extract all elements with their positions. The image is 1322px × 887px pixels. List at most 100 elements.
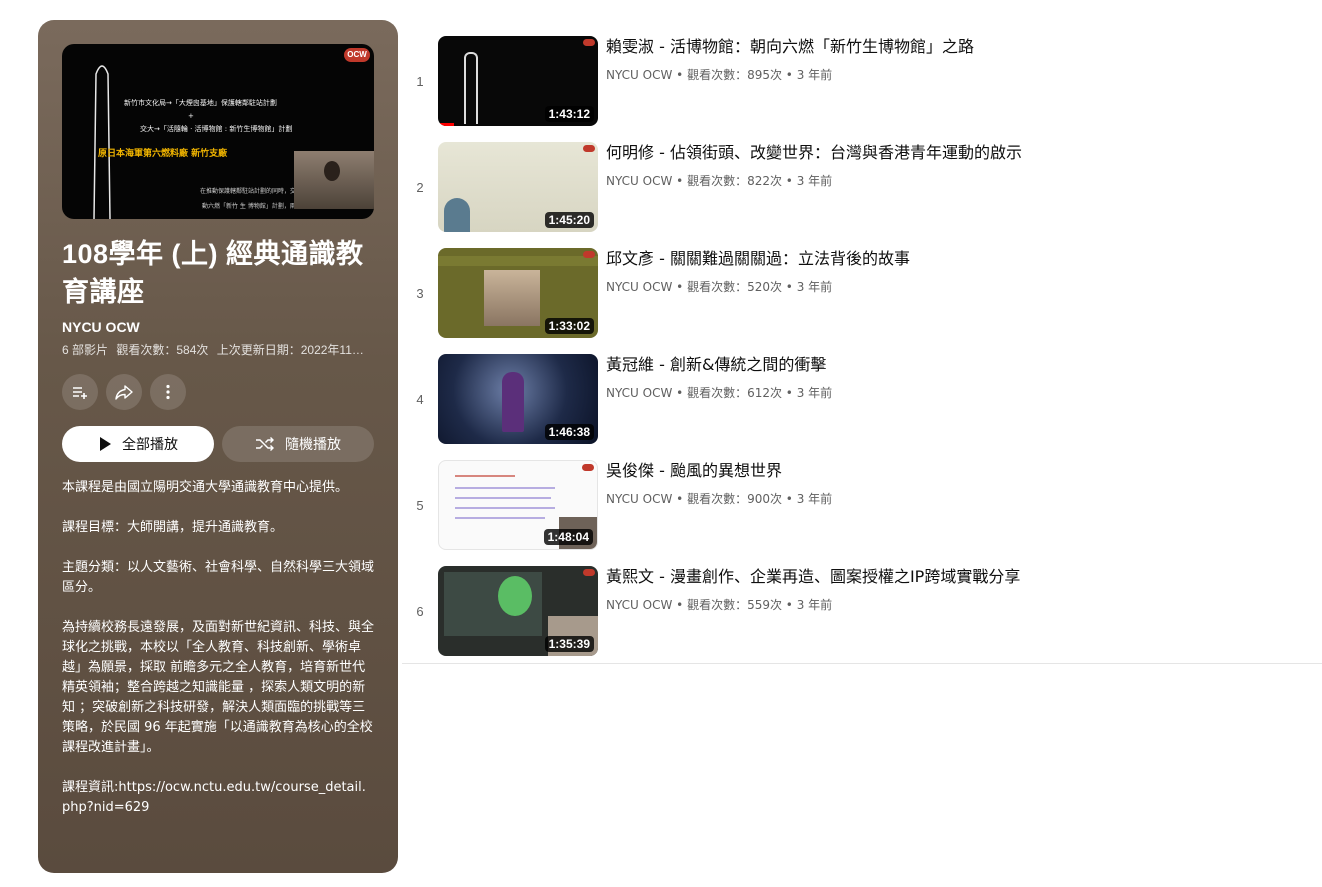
video-age: 3 年前 — [796, 280, 833, 294]
video-views: 觀看次數：559次 — [687, 598, 782, 612]
add-to-queue-button[interactable] — [62, 374, 98, 410]
video-channel[interactable]: NYCU OCW — [606, 174, 672, 188]
cover-text-line: 原日本海軍第六燃料廠 新竹支廠 — [98, 149, 228, 159]
playlist-video-row[interactable]: 5 1:48:04 吳俊傑 - 颱風的異想世界 NYCU OCW • 觀看次數：… — [402, 460, 1322, 566]
video-index: 3 — [416, 286, 424, 301]
playlist-video-row[interactable]: 4 1:46:38 黃冠維 - 創新&傳統之間的衝擊 NYCU OCW • 觀看… — [402, 354, 1322, 460]
ocw-logo — [582, 464, 594, 471]
meta-separator: • — [785, 280, 793, 294]
video-views: 觀看次數：895次 — [687, 68, 782, 82]
video-duration: 1:46:38 — [544, 424, 594, 440]
video-duration: 1:33:02 — [544, 318, 594, 334]
description-paragraph: 為持續校務長遠發展，及面對新世紀資訊、科技、與全球化之挑戰，本校以「全人教育、科… — [62, 620, 375, 755]
play-icon — [100, 437, 111, 451]
video-count: 6 部影片 — [62, 343, 109, 357]
ocw-logo — [583, 39, 595, 46]
description-paragraph: 主題分類：以人文藝術、社會科學、自然科學三大領域區分。 — [62, 560, 375, 595]
slide-line — [455, 487, 555, 489]
description-link[interactable]: 課程資訊:https://ocw.nctu.edu.tw/course_deta… — [62, 778, 374, 818]
share-button[interactable] — [106, 374, 142, 410]
video-thumbnail[interactable]: 1:43:12 — [438, 36, 598, 126]
playlist-video-row[interactable]: 6 1:35:39 黃熙文 - 漫畫創作、企業再造、圖案授權之IP跨域實戰分享 … — [402, 566, 1322, 672]
cartoon-character-image — [498, 576, 532, 616]
video-meta: NYCU OCW • 觀看次數：520次 • 3 年前 — [606, 278, 1306, 295]
video-index: 1 — [416, 74, 424, 89]
video-duration: 1:43:12 — [544, 106, 594, 122]
more-options-button[interactable] — [150, 374, 186, 410]
playlist-description: 本課程是由國立陽明交通大學通識教育中心提供。 課程目標：大師開講，提升通識教育。… — [62, 478, 374, 818]
watch-progress-bar — [438, 123, 454, 126]
video-thumbnail[interactable]: 1:48:04 — [438, 460, 598, 550]
share-icon — [115, 385, 133, 400]
video-index: 4 — [416, 392, 424, 407]
meta-separator: • — [785, 174, 793, 188]
play-controls: 全部播放 隨機播放 — [62, 426, 374, 462]
playlist-stats: 6 部影片 觀看次數：584次 上次更新日期：2022年11月... — [62, 341, 374, 358]
video-channel[interactable]: NYCU OCW — [606, 492, 672, 506]
playlist-views: 觀看次數：584次 — [116, 343, 209, 357]
video-thumbnail[interactable]: 1:35:39 — [438, 566, 598, 656]
video-views: 觀看次數：612次 — [687, 386, 782, 400]
cover-text-line: 交大→「活隨輪 · 活博物館 : 新竹生博物館」計劃 — [140, 125, 293, 133]
video-age: 3 年前 — [796, 386, 833, 400]
slide-heading — [455, 475, 515, 477]
playlist-cover-thumbnail[interactable]: OCW 新竹市文化局→「大煙囪基地」保護轄鄰駐站計劃 + 交大→「活隨輪 · 活… — [62, 44, 374, 219]
video-age: 3 年前 — [796, 174, 833, 188]
more-icon — [166, 384, 170, 400]
shuffle-label: 隨機播放 — [285, 436, 341, 452]
video-title-link[interactable]: 黃冠維 - 創新&傳統之間的衝擊 — [606, 354, 1306, 376]
playlist-video-row[interactable]: 3 1:33:02 邱文彥 - 關關難過關關過：立法背後的故事 NYCU OCW… — [402, 248, 1322, 354]
description-paragraph: 本課程是由國立陽明交通大學通識教育中心提供。 — [62, 480, 349, 495]
video-views: 觀看次數：520次 — [687, 280, 782, 294]
video-title-link[interactable]: 吳俊傑 - 颱風的異想世界 — [606, 460, 1306, 482]
speaker-image — [484, 270, 540, 326]
slide-line — [455, 497, 551, 499]
ocw-logo — [583, 251, 595, 258]
ocw-logo — [583, 145, 595, 152]
meta-separator: • — [676, 280, 684, 294]
add-to-queue-icon — [73, 387, 87, 399]
last-updated: 上次更新日期：2022年11月... — [216, 343, 374, 357]
meta-separator: • — [676, 68, 684, 82]
list-divider — [402, 663, 1322, 664]
playlist-video-list: 1 1:43:12 賴雯淑 - 活博物館：朝向六燃「新竹生博物館」之路 NYCU… — [402, 36, 1322, 672]
cover-speaker-image — [294, 151, 374, 209]
meta-separator: • — [785, 386, 793, 400]
speaker-image — [444, 198, 470, 232]
video-meta: NYCU OCW • 觀看次數：559次 • 3 年前 — [606, 596, 1306, 613]
video-channel[interactable]: NYCU OCW — [606, 598, 672, 612]
video-channel[interactable]: NYCU OCW — [606, 386, 672, 400]
video-channel[interactable]: NYCU OCW — [606, 280, 672, 294]
video-index: 5 — [416, 498, 424, 513]
playlist-video-row[interactable]: 1 1:43:12 賴雯淑 - 活博物館：朝向六燃「新竹生博物館」之路 NYCU… — [402, 36, 1322, 142]
play-all-button[interactable]: 全部播放 — [62, 426, 214, 462]
ocw-logo — [583, 569, 595, 576]
video-channel[interactable]: NYCU OCW — [606, 68, 672, 82]
slide-line — [455, 517, 545, 519]
video-title-link[interactable]: 何明修 - 佔領街頭、改變世界：台灣與香港青年運動的啟示 — [606, 142, 1306, 164]
meta-separator: • — [676, 598, 684, 612]
playlist-video-row[interactable]: 2 1:45:20 何明修 - 佔領街頭、改變世界：台灣與香港青年運動的啟示 N… — [402, 142, 1322, 248]
video-title-link[interactable]: 賴雯淑 - 活博物館：朝向六燃「新竹生博物館」之路 — [606, 36, 1306, 58]
video-thumbnail[interactable]: 1:33:02 — [438, 248, 598, 338]
channel-name-link[interactable]: NYCU OCW — [62, 319, 374, 335]
video-title-link[interactable]: 黃熙文 - 漫畫創作、企業再造、圖案授權之IP跨域實戰分享 — [606, 566, 1306, 588]
cover-text-line: 新竹市文化局→「大煙囪基地」保護轄鄰駐站計劃 — [124, 99, 277, 107]
shuffle-button[interactable]: 隨機播放 — [222, 426, 374, 462]
video-index: 2 — [416, 180, 424, 195]
video-age: 3 年前 — [796, 598, 833, 612]
video-thumbnail[interactable]: 1:45:20 — [438, 142, 598, 232]
video-index: 6 — [416, 604, 424, 619]
meta-separator: • — [676, 174, 684, 188]
video-views: 觀看次數：822次 — [687, 174, 782, 188]
meta-separator: • — [785, 598, 793, 612]
performer-image — [502, 372, 524, 432]
video-duration: 1:48:04 — [543, 529, 593, 545]
playlist-title: 108學年 (上) 經典通識教育講座 — [62, 239, 364, 307]
video-thumbnail[interactable]: 1:46:38 — [438, 354, 598, 444]
video-duration: 1:45:20 — [544, 212, 594, 228]
video-duration: 1:35:39 — [544, 636, 594, 652]
shuffle-icon — [256, 437, 274, 451]
video-meta: NYCU OCW • 觀看次數：612次 • 3 年前 — [606, 384, 1306, 401]
video-title-link[interactable]: 邱文彥 - 關關難過關關過：立法背後的故事 — [606, 248, 1306, 270]
